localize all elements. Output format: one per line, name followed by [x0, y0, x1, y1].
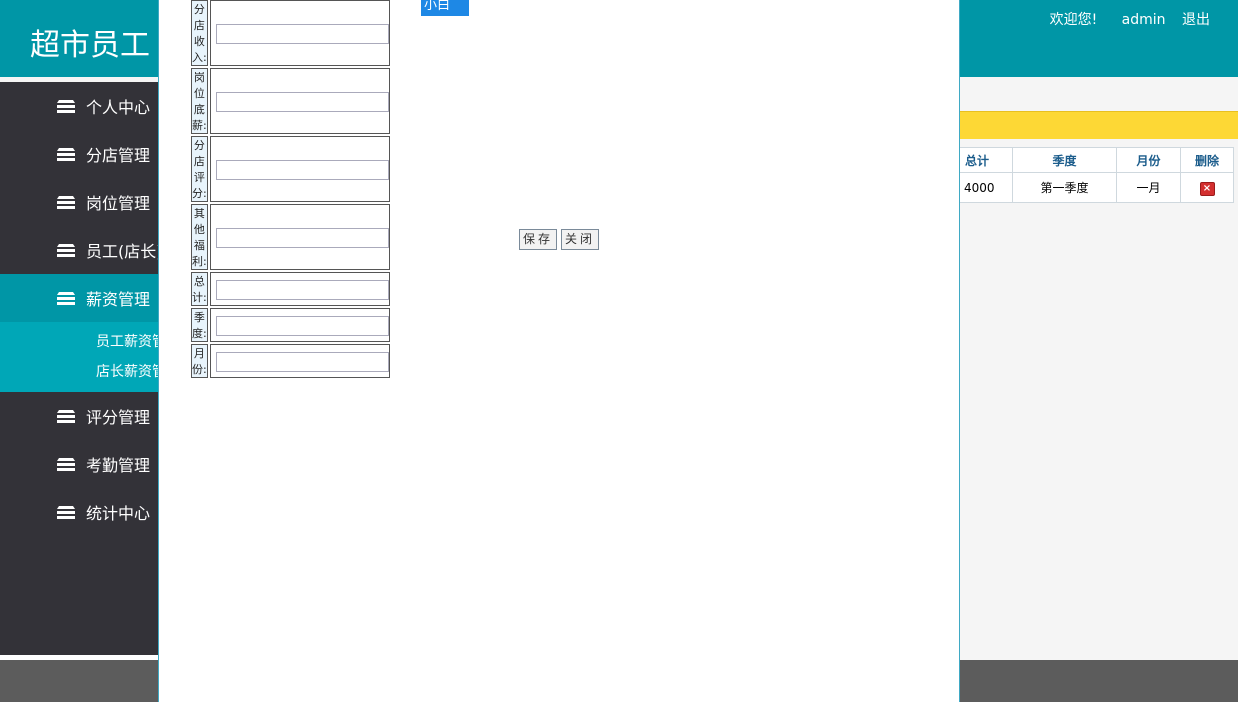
cell-month: 一月	[1116, 172, 1181, 203]
sidebar-item-label: 考勤管理	[86, 456, 151, 475]
form-row: 岗位底薪:	[191, 68, 390, 134]
top-right-bar: 欢迎您! admin 退出	[1030, 9, 1210, 29]
menu-stack-icon	[57, 506, 75, 519]
menu-stack-icon	[57, 292, 75, 305]
sidebar-item-label: 岗位管理	[86, 194, 151, 213]
field-cell	[209, 0, 390, 66]
table-header-row: 总计 季度 月份 删除	[959, 147, 1234, 173]
field-cell	[209, 344, 390, 378]
table-row: 4000 第一季度 一月 ×	[959, 172, 1234, 203]
breadcrumb-area	[959, 77, 1238, 111]
base-salary-input[interactable]	[215, 91, 389, 112]
user-link[interactable]: admin	[1122, 12, 1166, 28]
welcome-text: 欢迎您!	[1049, 12, 1098, 28]
field-cell	[209, 68, 390, 134]
field-cell	[209, 204, 390, 270]
field-label: 季度:	[191, 308, 208, 342]
sidebar-item-attendance[interactable]: 考勤管理	[0, 440, 158, 488]
col-quarter: 季度	[1012, 147, 1117, 173]
field-label: 其他福利:	[191, 204, 208, 270]
field-cell	[209, 136, 390, 202]
store-income-input[interactable]	[215, 23, 389, 44]
autocomplete-option[interactable]: 小白	[421, 0, 469, 16]
month-input[interactable]	[215, 351, 389, 372]
sidebar-item-label: 评分管理	[86, 408, 151, 427]
salary-form: 分店收入: 岗位底薪: 分店评分: 其他福利: 总计: 季度: 月份:	[189, 0, 392, 380]
edit-modal: 分店收入: 岗位底薪: 分店评分: 其他福利: 总计: 季度: 月份: 小白 保…	[158, 0, 960, 702]
col-month: 月份	[1116, 147, 1181, 173]
sidebar-item-statistics[interactable]: 统计中心	[0, 488, 158, 536]
save-button[interactable]: 保存	[519, 229, 557, 250]
menu-stack-icon	[57, 410, 75, 423]
field-label: 分店收入:	[191, 0, 208, 66]
field-label: 岗位底薪:	[191, 68, 208, 134]
menu-stack-icon	[57, 244, 75, 257]
menu-stack-icon	[57, 100, 75, 113]
field-cell	[209, 308, 390, 342]
sidebar-item-label: 薪资管理	[86, 290, 151, 309]
sidebar-item-label: 员工(店长)	[86, 242, 158, 261]
field-label: 分店评分:	[191, 136, 208, 202]
modal-actions: 保存 关闭	[519, 229, 599, 250]
salary-submenu: 员工薪资管理 店长薪资管理	[0, 322, 158, 392]
other-benefits-input[interactable]	[215, 227, 389, 248]
sidebar-item-employees[interactable]: 员工(店长)	[0, 226, 158, 274]
app-title: 超市员工	[30, 28, 150, 63]
menu-stack-icon	[57, 196, 75, 209]
sidebar-item-label: 统计中心	[86, 504, 151, 523]
sidebar-item-salary[interactable]: 薪资管理	[0, 274, 158, 322]
col-delete: 删除	[1180, 147, 1234, 173]
form-row: 总计:	[191, 272, 390, 306]
salary-table: 总计 季度 月份 删除 4000 第一季度 一月 ×	[959, 147, 1234, 203]
sidebar-item-stores[interactable]: 分店管理	[0, 130, 158, 178]
form-row: 其他福利:	[191, 204, 390, 270]
toolbar-bar	[959, 111, 1238, 139]
field-cell	[209, 272, 390, 306]
field-label: 月份:	[191, 344, 208, 378]
total-input[interactable]	[215, 279, 389, 300]
menu-stack-icon	[57, 458, 75, 471]
col-total: 总计	[959, 147, 1013, 173]
cell-quarter: 第一季度	[1012, 172, 1117, 203]
cell-total: 4000	[959, 172, 1013, 203]
submenu-manager-salary[interactable]: 店长薪资管理	[0, 356, 158, 386]
store-score-input[interactable]	[215, 159, 389, 180]
sidebar-item-personal[interactable]: 个人中心	[0, 82, 158, 130]
submenu-employee-salary[interactable]: 员工薪资管理	[0, 326, 158, 356]
quarter-input[interactable]	[215, 315, 389, 336]
cell-delete: ×	[1180, 172, 1234, 203]
form-row: 分店收入:	[191, 0, 390, 66]
sidebar-item-positions[interactable]: 岗位管理	[0, 178, 158, 226]
form-row: 分店评分:	[191, 136, 390, 202]
delete-icon[interactable]: ×	[1199, 181, 1215, 196]
sidebar-item-label: 个人中心	[86, 98, 151, 117]
form-row: 月份:	[191, 344, 390, 378]
sidebar-item-label: 分店管理	[86, 146, 151, 165]
close-button[interactable]: 关闭	[561, 229, 599, 250]
menu-stack-icon	[57, 148, 75, 161]
form-row: 季度:	[191, 308, 390, 342]
sidebar: 个人中心 分店管理 岗位管理 员工(店长) 薪资管理 员工薪资管理 店长薪资管理…	[0, 82, 158, 655]
field-label: 总计:	[191, 272, 208, 306]
logout-link[interactable]: 退出	[1182, 12, 1210, 28]
sidebar-item-scores[interactable]: 评分管理	[0, 392, 158, 440]
